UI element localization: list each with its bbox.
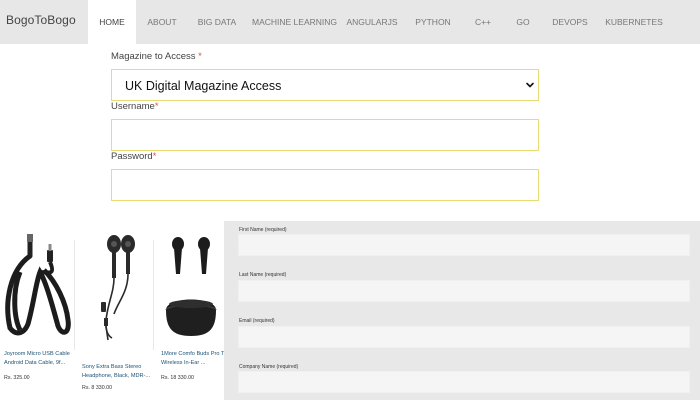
magazine-label-text: Magazine to Access xyxy=(111,51,196,62)
product-price: Rs. 18 330.00 xyxy=(161,375,194,381)
required-asterisk: * xyxy=(198,51,202,62)
magazine-select-value: UK Digital Magazine Access xyxy=(125,79,282,93)
company-input[interactable] xyxy=(238,371,690,393)
nav-home[interactable]: HOME xyxy=(88,0,136,44)
nav-kubernetes[interactable]: KUBERNETES xyxy=(603,0,665,44)
product-name[interactable]: Sony Extra Bass Stereo Headphone, Black,… xyxy=(82,363,154,381)
top-navbar: BogoToBogo HOME ABOUT BIG DATA MACHINE L… xyxy=(0,0,700,44)
last-name-label: Last Name (required) xyxy=(239,272,287,278)
product-price: Rs. 8 330.00 xyxy=(82,385,113,391)
brand-logo[interactable]: BogoToBogo xyxy=(6,13,76,27)
nav-machine-learning[interactable]: MACHINE LEARNING xyxy=(252,0,337,44)
wireless-earbuds-icon[interactable] xyxy=(160,234,222,342)
email-label: Email (required) xyxy=(239,318,275,324)
username-label: Username* xyxy=(111,101,159,112)
product-name[interactable]: 1More Comfo Buds Pro True Wireless In-Ea… xyxy=(161,350,233,368)
first-name-label: First Name (required) xyxy=(239,227,287,233)
nav-python[interactable]: PYTHON xyxy=(411,0,455,44)
first-name-input[interactable] xyxy=(238,234,690,256)
product-price: Rs. 325.00 xyxy=(4,375,30,381)
magazine-label: Magazine to Access * xyxy=(111,51,202,62)
nav-big-data[interactable]: BIG DATA xyxy=(195,0,239,44)
product-name[interactable]: Joyroom Micro USB Cable Android Data Cab… xyxy=(4,350,76,368)
wired-earphones-icon[interactable] xyxy=(88,232,148,344)
usb-cable-icon[interactable] xyxy=(0,232,74,340)
required-asterisk: * xyxy=(152,151,157,162)
password-label-text: Password xyxy=(111,151,153,162)
chevron-down-icon xyxy=(526,82,534,88)
nav-about[interactable]: ABOUT xyxy=(142,0,182,44)
nav-cpp[interactable]: C++ xyxy=(468,0,498,44)
product-divider xyxy=(74,240,75,350)
nav-angularjs[interactable]: ANGULARJS xyxy=(346,0,398,44)
last-name-input[interactable] xyxy=(238,280,690,302)
magazine-select[interactable]: UK Digital Magazine Access xyxy=(111,69,539,101)
nav-go[interactable]: GO xyxy=(510,0,536,44)
password-input[interactable] xyxy=(111,169,539,201)
password-label: Password* xyxy=(111,151,156,162)
nav-devops[interactable]: DEVOPS xyxy=(548,0,592,44)
email-input[interactable] xyxy=(238,326,690,348)
company-label: Company Name (required) xyxy=(239,364,299,370)
product-divider xyxy=(153,240,154,350)
required-asterisk: * xyxy=(154,101,159,112)
username-label-text: Username xyxy=(111,101,155,112)
username-input[interactable] xyxy=(111,119,539,151)
